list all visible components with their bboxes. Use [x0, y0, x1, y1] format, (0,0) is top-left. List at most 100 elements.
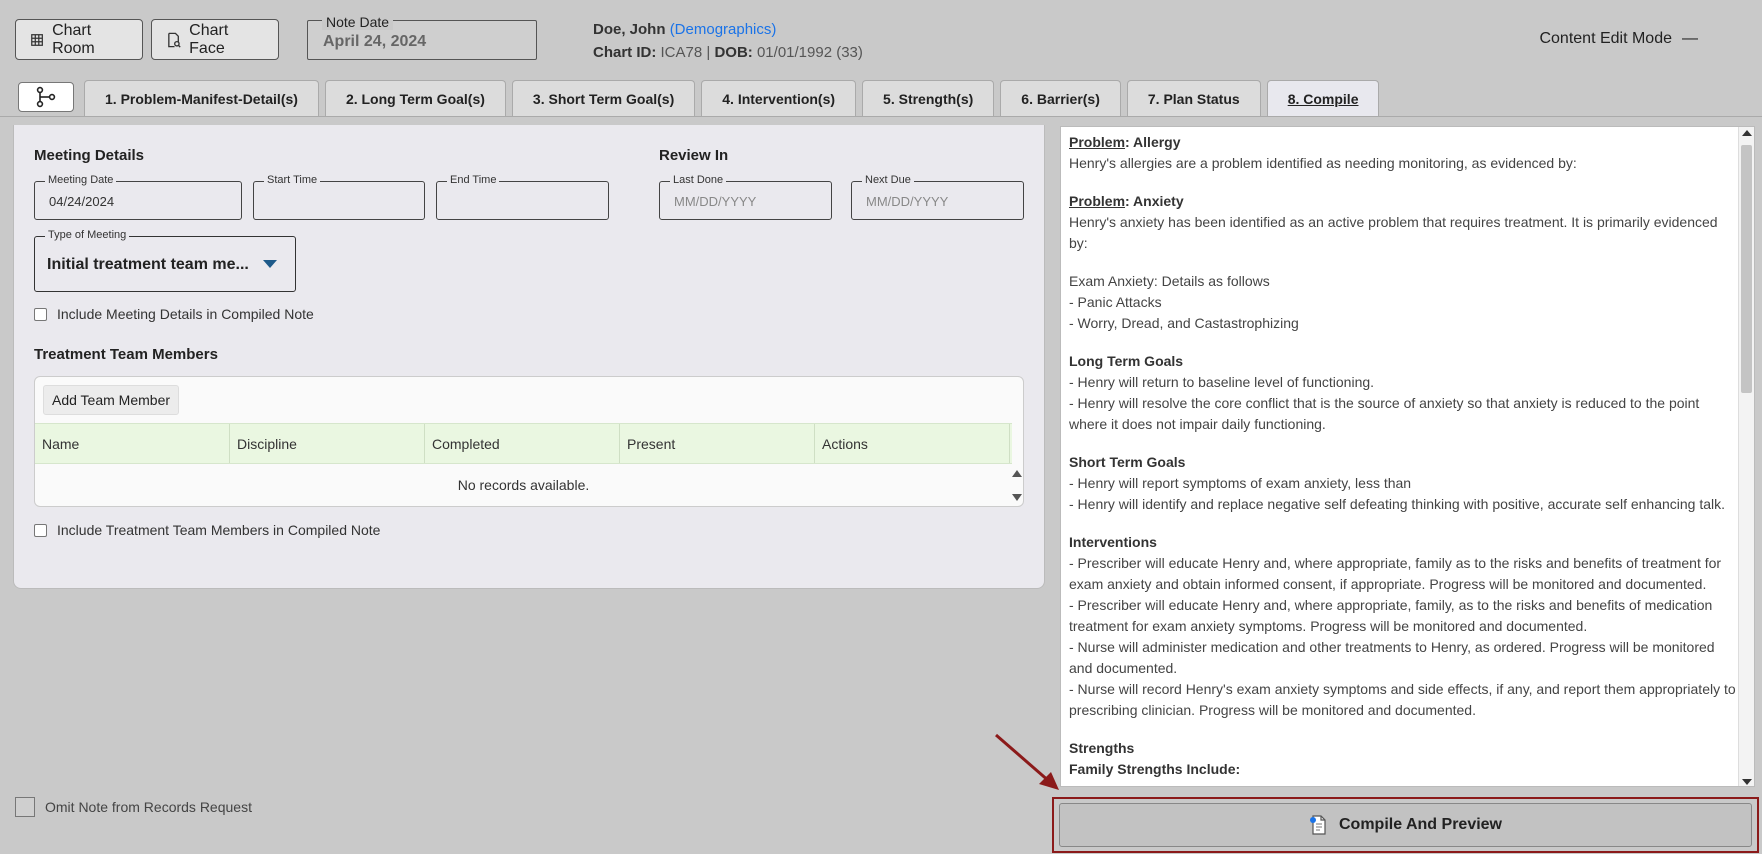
last-done-placeholder: MM/DD/YYYY — [674, 194, 757, 209]
note-date-label: Note Date — [322, 14, 394, 30]
short-term-goals-heading: Short Term Goals — [1069, 454, 1186, 470]
tab-plan-status[interactable]: 7. Plan Status — [1126, 80, 1261, 116]
exam-heading: Exam Anxiety: Details as follows — [1069, 273, 1270, 289]
chart-room-label: Chart Room — [52, 21, 95, 57]
strengths-subheading: Family Strengths Include: — [1069, 761, 1241, 777]
problem-name: : Allergy — [1125, 134, 1181, 150]
tab-label: 2. Long Term Goal(s) — [345, 90, 485, 107]
omit-note-label: Omit Note from Records Request — [45, 799, 252, 815]
tab-divider — [0, 116, 1762, 117]
tab-problem-manifest-detail[interactable]: 1. Problem-Manifest-Detail(s) — [84, 80, 319, 116]
compile-and-preview-button[interactable]: Compile And Preview — [1059, 803, 1752, 847]
add-team-member-button[interactable]: Add Team Member — [43, 385, 180, 415]
review-in-title: Review In — [659, 147, 729, 164]
next-due-label: Next Due — [862, 174, 914, 186]
column-header-completed[interactable]: Completed — [425, 424, 620, 463]
include-team-members-checkbox[interactable]: Include Treatment Team Members in Compil… — [34, 522, 380, 538]
chart-id-value: ICA78 — [660, 44, 703, 61]
intervention-item: - Prescriber will educate Henry and, whe… — [1069, 555, 1722, 592]
long-term-goals-heading: Long Term Goals — [1069, 353, 1184, 369]
exam-item: - Panic Attacks — [1069, 294, 1162, 310]
include-meeting-details-checkbox[interactable]: Include Meeting Details in Compiled Note — [34, 306, 314, 322]
tab-label: 1. Problem-Manifest-Detail(s) — [105, 90, 298, 107]
checkbox-box[interactable] — [15, 797, 35, 817]
checkbox-box[interactable] — [34, 307, 47, 321]
scroll-down-icon[interactable] — [1742, 779, 1752, 785]
tab-flow[interactable] — [18, 82, 74, 112]
meeting-details-title: Meeting Details — [34, 147, 145, 164]
preview-scrollbar[interactable] — [1738, 127, 1754, 786]
tab-label: 8. Compile — [1287, 90, 1359, 107]
content-edit-mode-toggle[interactable]: Content Edit Mode — — [1539, 30, 1698, 48]
next-due-field[interactable]: Next Due MM/DD/YYYY — [851, 174, 1024, 220]
chart-room-button[interactable]: Chart Room — [15, 19, 143, 60]
include-team-members-label: Include Treatment Team Members in Compil… — [57, 522, 381, 538]
tab-label: 5. Strength(s) — [883, 90, 974, 107]
last-done-field[interactable]: Last Done MM/DD/YYYY — [659, 174, 832, 220]
problem-label: Problem — [1069, 134, 1126, 150]
demographics-link[interactable]: (Demographics) — [670, 21, 777, 38]
tab-bar: 1. Problem-Manifest-Detail(s) 2. Long Te… — [18, 80, 1380, 116]
scroll-up-icon[interactable] — [1742, 130, 1752, 136]
chart-id-label: Chart ID: — [593, 44, 657, 61]
chart-face-button[interactable]: Chart Face — [151, 19, 279, 60]
problem-label: Problem — [1069, 193, 1126, 209]
meeting-date-value: 04/24/2024 — [49, 194, 115, 209]
tab-interventions[interactable]: 4. Intervention(s) — [701, 80, 857, 116]
tab-label: 6. Barrier(s) — [1021, 90, 1100, 107]
column-header-present[interactable]: Present — [620, 424, 815, 463]
patient-name: Doe, John — [593, 21, 666, 38]
scroll-down-icon[interactable] — [1012, 494, 1022, 501]
annotation-arrow-icon — [995, 733, 1059, 790]
meeting-date-field[interactable]: Meeting Date 04/24/2024 — [34, 174, 242, 220]
compile-and-preview-label: Compile And Preview — [1339, 816, 1502, 833]
intervention-item: - Prescriber will educate Henry and, whe… — [1069, 597, 1713, 634]
tab-label: 4. Intervention(s) — [722, 90, 836, 107]
preview-content: Problem: Allergy Henry's allergies are a… — [1069, 132, 1739, 780]
column-header-discipline[interactable]: Discipline — [230, 424, 425, 463]
meeting-date-label: Meeting Date — [45, 174, 117, 186]
start-time-label: Start Time — [264, 174, 321, 186]
tab-short-term-goals[interactable]: 3. Short Term Goal(s) — [511, 80, 696, 116]
grid-header: Name Discipline Completed Present Action… — [35, 423, 1012, 464]
last-done-label: Last Done — [670, 174, 727, 186]
note-date-field[interactable]: Note Date April 24, 2024 — [307, 14, 537, 60]
meeting-type-value: Initial treatment team me... — [47, 256, 249, 273]
patient-info: Doe, John (Demographics) Chart ID: ICA78… — [593, 18, 863, 64]
scroll-up-icon[interactable] — [1012, 470, 1022, 477]
meeting-type-label: Type of Meeting — [45, 229, 130, 241]
meeting-panel: Meeting Details Review In Meeting Date 0… — [13, 125, 1045, 589]
compiled-note-preview[interactable]: Problem: Allergy Henry's allergies are a… — [1060, 126, 1755, 787]
scroll-thumb[interactable] — [1741, 145, 1752, 393]
short-term-goal-item: - Henry will identify and replace negati… — [1069, 496, 1726, 512]
column-header-actions[interactable]: Actions — [815, 424, 1010, 463]
start-time-field[interactable]: Start Time — [253, 174, 425, 220]
checkbox-box[interactable] — [34, 523, 47, 537]
caret-down-icon — [263, 260, 277, 268]
tab-strengths[interactable]: 5. Strength(s) — [862, 80, 995, 116]
grid-scrollbar[interactable] — [1010, 464, 1023, 506]
omit-note-checkbox[interactable]: Omit Note from Records Request — [15, 797, 252, 817]
meeting-type-select[interactable]: Type of Meeting Initial treatment team m… — [34, 229, 296, 292]
problem-text: Henry's allergies are a problem identifi… — [1069, 155, 1577, 171]
grid-icon — [31, 33, 43, 46]
long-term-goal-item: - Henry will return to baseline level of… — [1069, 374, 1375, 390]
document-icon — [1310, 815, 1326, 835]
interventions-heading: Interventions — [1069, 534, 1157, 550]
tab-long-term-goals[interactable]: 2. Long Term Goal(s) — [324, 80, 506, 116]
column-header-name[interactable]: Name — [35, 424, 230, 463]
problem-text: Henry's anxiety has been identified as a… — [1069, 214, 1718, 251]
tab-compile[interactable]: 8. Compile — [1266, 80, 1380, 116]
long-term-goal-item: - Henry will resolve the core conflict t… — [1069, 395, 1700, 432]
compile-highlight: Compile And Preview — [1052, 797, 1759, 853]
info-separator: | — [706, 44, 711, 61]
next-due-placeholder: MM/DD/YYYY — [866, 194, 949, 209]
strengths-heading: Strengths — [1069, 740, 1135, 756]
tab-barriers[interactable]: 6. Barrier(s) — [1000, 80, 1121, 116]
dob-label: DOB: — [714, 44, 753, 61]
short-term-goal-item: - Henry will report symptoms of exam anx… — [1069, 475, 1412, 491]
collapse-icon: — — [1682, 30, 1698, 47]
exam-item: - Worry, Dread, and Castastrophizing — [1069, 315, 1299, 331]
end-time-field[interactable]: End Time — [436, 174, 609, 220]
note-date-value: April 24, 2024 — [323, 33, 427, 50]
